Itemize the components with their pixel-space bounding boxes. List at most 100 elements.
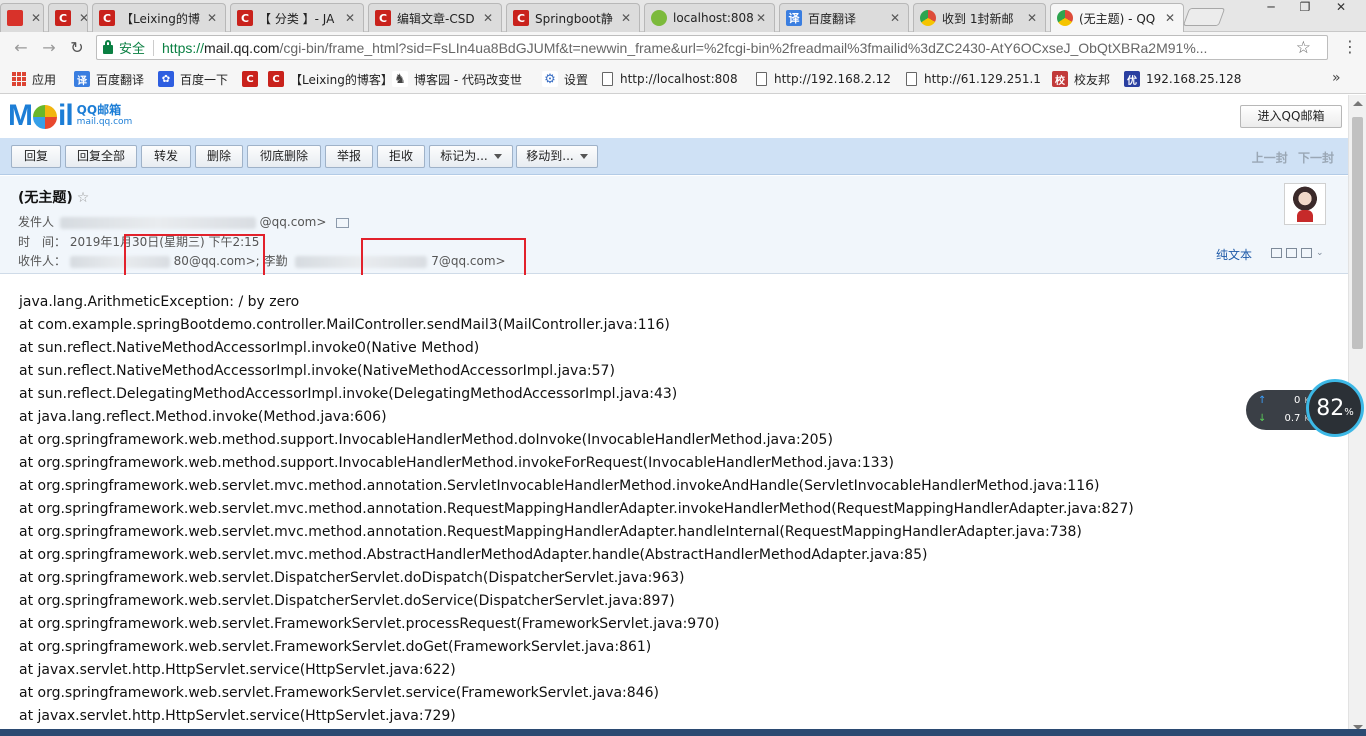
browser-tab[interactable]: C 【 分类 】- JA ✕ — [230, 3, 364, 32]
bookmark-item[interactable]: 优 192.168.25.128 — [1124, 70, 1241, 88]
bookmark-item[interactable]: ♞ 博客园 - 代码改变世 — [392, 70, 522, 88]
back-icon[interactable]: ← — [10, 37, 32, 59]
tab-strip: 简✕C✕C【Leixing的博✕C【 分类 】- JA✕C编辑文章-CSD✕CS… — [0, 0, 1366, 32]
tab-title: 【 分类 】- JA — [259, 11, 335, 26]
more-bookmarks-icon[interactable]: » — [1332, 70, 1341, 86]
sender-avatar[interactable] — [1284, 183, 1326, 225]
school-icon: 校 — [1052, 71, 1068, 87]
reload-icon[interactable]: ↻ — [66, 37, 88, 59]
stack-trace-line: at java.lang.reflect.Method.invoke(Metho… — [19, 409, 387, 425]
bookmark-item[interactable]: C 【Leixing的博客】它 — [268, 70, 405, 88]
bookmark-item[interactable]: http://localhost:808 — [602, 70, 738, 88]
stack-trace-line: at javax.servlet.http.HttpServlet.servic… — [19, 708, 456, 724]
bookmark-item[interactable]: C — [242, 70, 264, 88]
blue-favicon-icon: 译 — [786, 10, 802, 26]
tab-close-icon[interactable]: ✕ — [1163, 11, 1177, 25]
next-mail-link[interactable]: 下一封 — [1298, 151, 1334, 165]
sender-address[interactable]: @qq.com> — [260, 215, 327, 229]
sender-redacted — [59, 216, 256, 229]
mail-tools: ⌄ — [1271, 248, 1326, 258]
chevron-down-icon — [493, 154, 502, 159]
browser-tab[interactable]: 译百度翻译 ✕ — [779, 3, 909, 32]
stack-trace-line: at org.springframework.web.servlet.Frame… — [19, 616, 720, 632]
minimize-icon[interactable]: ─ — [1258, 0, 1284, 18]
bookmark-item[interactable]: http://61.129.251.1 — [906, 70, 1041, 88]
divider — [153, 39, 155, 56]
address-bar[interactable]: 安全 https://mail.qq.com/cgi-bin/frame_htm… — [96, 35, 1328, 60]
download-arrow-icon: ↓ — [1258, 413, 1267, 424]
move-to-dropdown[interactable]: 移动到... — [516, 145, 598, 168]
lock-icon — [103, 40, 113, 54]
tab-close-icon[interactable]: ✕ — [481, 11, 495, 25]
stack-trace-line: at org.springframework.web.servlet.mvc.m… — [19, 501, 1134, 517]
download-speed: 0.7 — [1284, 413, 1301, 424]
plain-text-link[interactable]: 纯文本 — [1216, 246, 1252, 263]
browser-tab[interactable]: 简✕ — [0, 3, 44, 32]
csdn-favicon-icon: C — [375, 10, 391, 26]
browser-menu-icon[interactable]: ⋮ — [1340, 38, 1360, 56]
stack-trace-line: at org.springframework.web.servlet.Dispa… — [19, 570, 685, 586]
browser-tab[interactable]: C✕ — [48, 3, 88, 32]
qqmail-logo[interactable]: Mil QQ邮箱 mail.qq.com — [8, 101, 132, 131]
url-text[interactable]: https://mail.qq.com/cgi-bin/frame_html?s… — [162, 40, 1327, 56]
tab-close-icon[interactable]: ✕ — [619, 11, 633, 25]
delete-button[interactable]: 删除 — [195, 145, 243, 168]
forward-icon[interactable]: → — [38, 37, 60, 59]
print-icon[interactable] — [1301, 248, 1312, 258]
reply-all-button[interactable]: 回复全部 — [65, 145, 137, 168]
bookmark-item[interactable]: 应用 — [12, 70, 56, 88]
chevron-down-icon[interactable]: ⌄ — [1316, 248, 1326, 258]
delete-permanently-button[interactable]: 彻底删除 — [247, 145, 321, 168]
save-icon[interactable] — [1286, 248, 1297, 258]
sender-row: 发件人 @qq.com> — [18, 213, 350, 230]
prev-mail-link[interactable]: 上一封 — [1252, 151, 1288, 165]
tab-close-icon[interactable]: ✕ — [343, 11, 357, 25]
tab-close-icon[interactable]: ✕ — [29, 11, 43, 25]
gauge-percent-sign: % — [1344, 406, 1354, 418]
logo-domain: mail.qq.com — [76, 117, 133, 127]
browser-tab[interactable]: C Springboot静 ✕ — [506, 3, 640, 32]
stack-trace-line: at org.springframework.web.servlet.mvc.m… — [19, 547, 928, 563]
red-favicon-icon — [7, 10, 23, 26]
memory-gauge[interactable]: 82% — [1306, 379, 1364, 437]
upload-arrow-icon: ↑ — [1258, 395, 1267, 406]
time-label: 时 间： — [18, 235, 67, 249]
tab-close-icon[interactable]: ✕ — [888, 11, 902, 25]
tab-close-icon[interactable]: ✕ — [1025, 11, 1039, 25]
browser-tab[interactable]: 收到 1封新邮 ✕ — [913, 3, 1046, 32]
report-button[interactable]: 举报 — [325, 145, 373, 168]
new-window-icon[interactable] — [1271, 248, 1282, 258]
stack-trace: java.lang.ArithmeticException: / by zero… — [19, 291, 1134, 728]
reply-button[interactable]: 回复 — [11, 145, 61, 168]
bookmark-label: 【Leixing的博客】它 — [290, 72, 405, 87]
mark-as-dropdown[interactable]: 标记为... — [429, 145, 513, 168]
tab-close-icon[interactable]: ✕ — [205, 11, 219, 25]
bookmark-item[interactable]: 校校友邦 — [1052, 70, 1110, 88]
stack-trace-line: at org.springframework.web.servlet.Frame… — [19, 685, 659, 701]
tab-close-icon[interactable]: ✕ — [77, 11, 87, 25]
reject-button[interactable]: 拒收 — [377, 145, 425, 168]
bookmark-item[interactable]: ⚙ 设置 — [542, 70, 588, 88]
close-window-icon[interactable]: ✕ — [1328, 0, 1354, 18]
bookmark-item[interactable]: http://192.168.2.12 — [756, 70, 891, 88]
contact-card-icon[interactable] — [336, 217, 350, 228]
enter-qqmail-button[interactable]: 进入QQ邮箱 — [1240, 105, 1342, 128]
restore-icon[interactable]: ❐ — [1292, 0, 1318, 18]
scroll-thumb[interactable] — [1352, 117, 1363, 349]
forward-button[interactable]: 转发 — [141, 145, 191, 168]
browser-tab[interactable]: C 编辑文章-CSD ✕ — [368, 3, 502, 32]
browser-tab[interactable]: (无主题) - QQ ✕ — [1050, 3, 1184, 32]
page-icon — [906, 72, 917, 86]
bookmark-item[interactable]: ✿ 百度一下 — [158, 70, 228, 88]
new-tab-button[interactable] — [1182, 8, 1226, 26]
bookmark-label: http://61.129.251.1 — [924, 72, 1041, 86]
bookmark-label: http://192.168.2.12 — [774, 72, 891, 86]
stack-trace-line: at org.springframework.web.method.suppor… — [19, 455, 894, 471]
browser-tab[interactable]: C 【Leixing的博 ✕ — [92, 3, 226, 32]
star-icon[interactable]: ☆ — [77, 190, 90, 206]
tab-close-icon[interactable]: ✕ — [754, 11, 768, 25]
browser-tab[interactable]: localhost:808 ✕ — [644, 3, 775, 32]
scroll-up-icon[interactable] — [1353, 101, 1363, 106]
bookmark-star-icon[interactable]: ☆ — [1296, 38, 1311, 58]
bookmark-item[interactable]: 译百度翻译 — [74, 70, 144, 88]
